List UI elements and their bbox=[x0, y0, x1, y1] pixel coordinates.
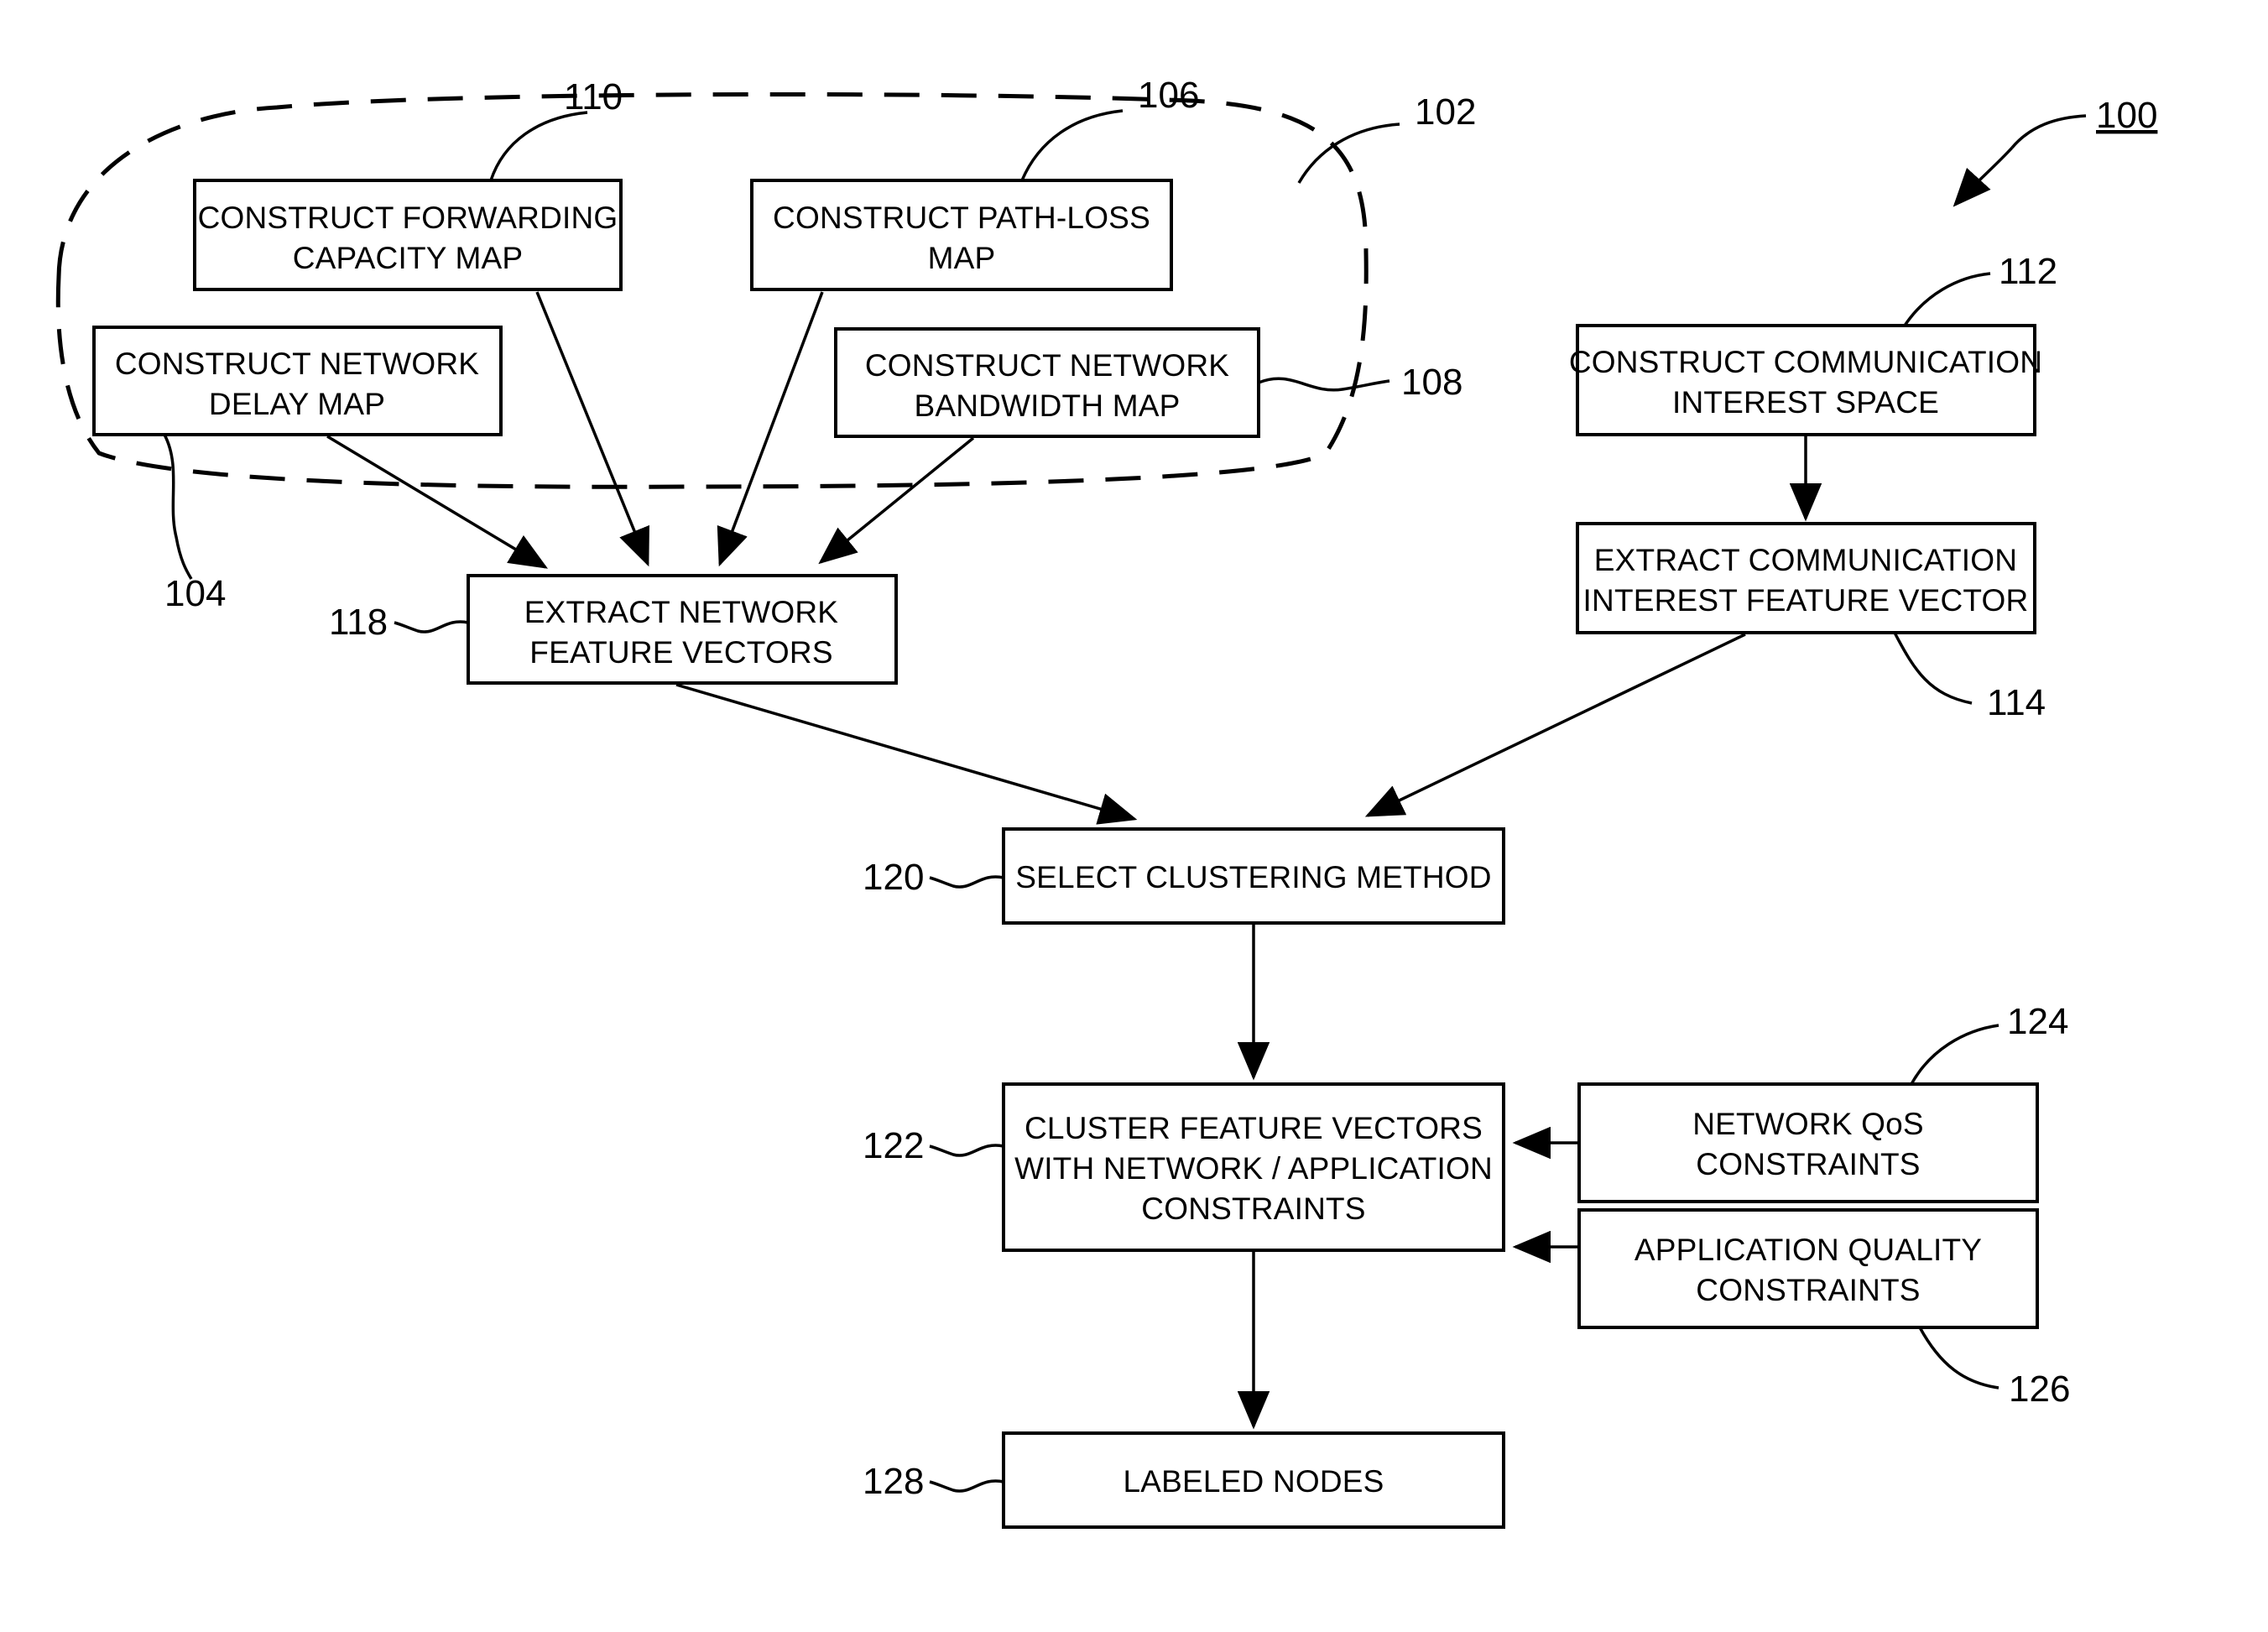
box-network-delay-map[interactable]: CONSTRUCT NETWORK DELAY MAP bbox=[92, 326, 503, 436]
leader-102 bbox=[1297, 123, 1400, 184]
leader-110 bbox=[489, 111, 588, 181]
network-bandwidth-map-line-2: BANDWIDTH MAP bbox=[914, 388, 1180, 423]
leader-100 bbox=[2010, 114, 2087, 149]
box-forwarding-capacity-map[interactable]: CONSTRUCT FORWARDING CAPACITY MAP bbox=[193, 179, 623, 291]
network-qos-constraints-line-1: NETWORK QoS bbox=[1692, 1107, 1924, 1141]
cluster-feature-vectors-line-1: CLUSTER FEATURE VECTORS bbox=[1025, 1111, 1483, 1145]
ref-label-112: 112 bbox=[1999, 251, 2057, 292]
leader-100-arrow bbox=[1953, 146, 2014, 207]
ref-label-100: 100 bbox=[2096, 95, 2157, 136]
ref-label-104: 104 bbox=[164, 573, 226, 614]
ref-label-128: 128 bbox=[863, 1461, 924, 1502]
cluster-feature-vectors-line-2: WITH NETWORK / APPLICATION bbox=[1014, 1151, 1493, 1186]
ref-label-110: 110 bbox=[564, 76, 623, 117]
extract-communication-interest-feature-vector-line-1: EXTRACT COMMUNICATION bbox=[1594, 543, 2017, 577]
leader-128 bbox=[929, 1479, 1004, 1493]
ref-label-102: 102 bbox=[1415, 91, 1476, 133]
box-extract-network-feature-vectors[interactable]: EXTRACT NETWORK FEATURE VECTORS bbox=[467, 574, 898, 685]
box-cluster-feature-vectors[interactable]: CLUSTER FEATURE VECTORS WITH NETWORK / A… bbox=[1002, 1082, 1505, 1252]
application-quality-constraints-line-1: APPLICATION QUALITY bbox=[1635, 1233, 1982, 1267]
network-qos-constraints-rect[interactable] bbox=[1577, 1082, 2039, 1203]
path-loss-map-line-2: MAP bbox=[928, 241, 996, 275]
box-application-quality-constraints[interactable]: APPLICATION QUALITY CONSTRAINTS bbox=[1577, 1208, 2039, 1329]
box-path-loss-map[interactable]: CONSTRUCT PATH-LOSS MAP bbox=[750, 179, 1173, 291]
select-clustering-method-line-1: SELECT CLUSTERING METHOD bbox=[1015, 860, 1491, 894]
arrow-network-features-to-select bbox=[675, 683, 1138, 825]
application-quality-constraints-line-2: CONSTRAINTS bbox=[1696, 1273, 1920, 1307]
box-network-qos-constraints[interactable]: NETWORK QoS CONSTRAINTS bbox=[1577, 1082, 2039, 1203]
ref-label-120: 120 bbox=[863, 857, 924, 898]
box-extract-communication-interest-feature-vector[interactable]: EXTRACT COMMUNICATION INTEREST FEATURE V… bbox=[1576, 522, 2036, 634]
cluster-feature-vectors-line-3: CONSTRAINTS bbox=[1141, 1191, 1365, 1226]
arrow-interest-features-to-select bbox=[1364, 633, 1746, 817]
box-labeled-nodes[interactable]: LABELED NODES bbox=[1002, 1431, 1505, 1529]
arrow-bandwidth-to-extract bbox=[818, 436, 975, 565]
leader-108 bbox=[1258, 377, 1390, 392]
leader-126 bbox=[1918, 1327, 1999, 1390]
ref-label-114: 114 bbox=[1987, 682, 2046, 723]
leader-122 bbox=[929, 1144, 1004, 1157]
leader-106 bbox=[1020, 109, 1124, 181]
ref-label-126: 126 bbox=[2009, 1369, 2070, 1410]
application-quality-constraints-rect[interactable] bbox=[1577, 1208, 2039, 1329]
ref-label-124: 124 bbox=[2007, 1001, 2068, 1042]
extract-communication-interest-feature-vector-line-2: INTEREST FEATURE VECTOR bbox=[1583, 583, 2029, 618]
ref-label-106: 106 bbox=[1138, 75, 1199, 116]
network-qos-constraints-line-2: CONSTRAINTS bbox=[1696, 1147, 1920, 1181]
box-select-clustering-method[interactable]: SELECT CLUSTERING METHOD bbox=[1002, 827, 1505, 925]
box-communication-interest-space[interactable]: CONSTRUCT COMMUNICATION INTEREST SPACE bbox=[1569, 324, 2042, 436]
labeled-nodes-line-1: LABELED NODES bbox=[1123, 1464, 1384, 1499]
leader-120 bbox=[929, 875, 1004, 889]
arrow-delay-to-extract bbox=[326, 435, 549, 569]
path-loss-map-line-1: CONSTRUCT PATH-LOSS bbox=[773, 201, 1150, 235]
network-delay-map-line-2: DELAY MAP bbox=[209, 387, 385, 421]
ref-label-122: 122 bbox=[863, 1125, 924, 1166]
box-network-bandwidth-map[interactable]: CONSTRUCT NETWORK BANDWIDTH MAP bbox=[834, 327, 1260, 438]
network-delay-map-line-1: CONSTRUCT NETWORK bbox=[115, 347, 479, 381]
leader-118 bbox=[394, 620, 469, 634]
forwarding-capacity-map-line-1: CONSTRUCT FORWARDING bbox=[198, 201, 618, 235]
ref-label-108: 108 bbox=[1401, 362, 1462, 403]
extract-network-feature-vectors-line-1: EXTRACT NETWORK bbox=[524, 595, 839, 629]
flowchart-canvas: CONSTRUCT FORWARDING CAPACITY MAP 110 CO… bbox=[55, 75, 2157, 1529]
arrow-forwarding-to-extract bbox=[535, 291, 649, 567]
leader-124 bbox=[1910, 1024, 1999, 1085]
leader-112 bbox=[1903, 272, 1991, 326]
patent-flowchart: CONSTRUCT FORWARDING CAPACITY MAP 110 CO… bbox=[0, 0, 2268, 1632]
network-bandwidth-map-line-1: CONSTRUCT NETWORK bbox=[865, 348, 1229, 383]
ref-label-118: 118 bbox=[329, 602, 388, 643]
leader-114 bbox=[1893, 632, 1973, 705]
extract-network-feature-vectors-line-2: FEATURE VECTORS bbox=[529, 635, 832, 670]
forwarding-capacity-map-line-2: CAPACITY MAP bbox=[293, 241, 523, 275]
arrow-pathloss-to-extract bbox=[717, 291, 824, 567]
communication-interest-space-line-2: INTEREST SPACE bbox=[1672, 385, 1939, 420]
communication-interest-space-line-1: CONSTRUCT COMMUNICATION bbox=[1569, 345, 2042, 379]
leader-104 bbox=[163, 434, 193, 580]
